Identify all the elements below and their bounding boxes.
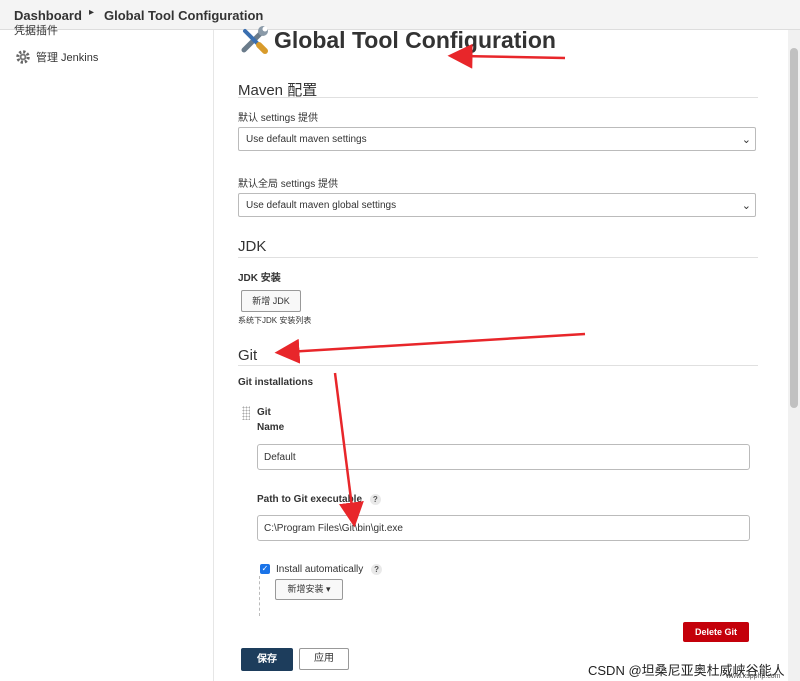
- maven-settings-value: Use default maven settings: [246, 134, 367, 145]
- nested-divider: [259, 576, 260, 616]
- git-name-input[interactable]: Default: [257, 444, 750, 470]
- git-path-label-text: Path to Git executable: [257, 494, 363, 505]
- annotation-arrow-title: [447, 43, 566, 69]
- save-button[interactable]: 保存: [241, 648, 293, 671]
- install-automatically-text: Install automatically: [276, 564, 364, 575]
- install-automatically-label: Install automatically ?: [276, 564, 383, 575]
- add-installer-label: 新增安装: [287, 584, 324, 594]
- divider: [238, 257, 758, 258]
- section-jdk-heading: JDK: [238, 238, 267, 255]
- gear-icon: [16, 50, 30, 64]
- maven-global-settings-value: Use default maven global settings: [246, 200, 397, 211]
- scrollbar-thumb[interactable]: [790, 48, 798, 408]
- git-path-value: C:\Program Files\Git\bin\git.exe: [264, 523, 403, 534]
- git-path-input[interactable]: C:\Program Files\Git\bin\git.exe: [257, 515, 750, 541]
- install-automatically-checkbox[interactable]: ✓: [260, 564, 270, 574]
- git-item-title: Git: [257, 407, 271, 418]
- breadcrumb-dashboard[interactable]: Dashboard: [14, 8, 82, 23]
- sidebar-item-manage-jenkins[interactable]: 管理 Jenkins: [14, 48, 98, 66]
- page-title: Global Tool Configuration: [274, 26, 556, 53]
- chevron-down-icon: ⌄: [741, 134, 751, 146]
- wrench-screwdriver-icon: [241, 26, 268, 54]
- sidebar-item-partial[interactable]: 凭据插件: [14, 22, 74, 36]
- sidebar-item-label: 管理 Jenkins: [36, 52, 99, 64]
- breadcrumb-current[interactable]: Global Tool Configuration: [104, 8, 263, 23]
- add-installer-button[interactable]: 新增安装 ▾: [275, 579, 343, 600]
- help-icon[interactable]: ?: [371, 564, 383, 575]
- apply-button[interactable]: 应用: [299, 648, 349, 670]
- watermark-site: www.kspphp.com: [726, 673, 781, 680]
- drag-handle-icon[interactable]: [242, 406, 250, 420]
- git-installations-label: Git installations: [238, 377, 314, 388]
- jdk-install-label: JDK 安装: [238, 273, 281, 284]
- delete-git-button[interactable]: Delete Git: [683, 622, 749, 642]
- scrollbar[interactable]: [788, 30, 800, 681]
- add-jdk-button[interactable]: 新增 JDK: [241, 290, 301, 312]
- maven-global-settings-label: 默认全局 settings 提供: [238, 179, 339, 190]
- maven-settings-label: 默认 settings 提供: [238, 113, 319, 124]
- help-icon[interactable]: ?: [369, 494, 381, 505]
- jdk-list-note: 系统下JDK 安装列表: [238, 316, 312, 325]
- git-path-label: Path to Git executable ?: [257, 494, 381, 505]
- maven-settings-select[interactable]: Use default maven settings ⌄: [238, 127, 756, 151]
- section-git-heading: Git: [238, 347, 258, 364]
- chevron-down-icon: ⌄: [741, 200, 751, 212]
- annotation-arrow-git: [274, 332, 586, 364]
- git-name-value: Default: [264, 452, 296, 463]
- page-header: Global Tool Configuration: [238, 24, 556, 56]
- breadcrumb-separator-icon: ▸: [89, 7, 95, 18]
- maven-global-settings-select[interactable]: Use default maven global settings ⌄: [238, 193, 756, 217]
- divider: [238, 365, 758, 366]
- divider: [238, 97, 758, 98]
- git-name-label: Name: [257, 422, 285, 433]
- sidebar: 凭据插件 管理 Jenkins: [0, 25, 214, 681]
- sidebar-item-partial-label: 凭据插件: [14, 25, 58, 36]
- caret-down-icon: ▾: [326, 584, 331, 594]
